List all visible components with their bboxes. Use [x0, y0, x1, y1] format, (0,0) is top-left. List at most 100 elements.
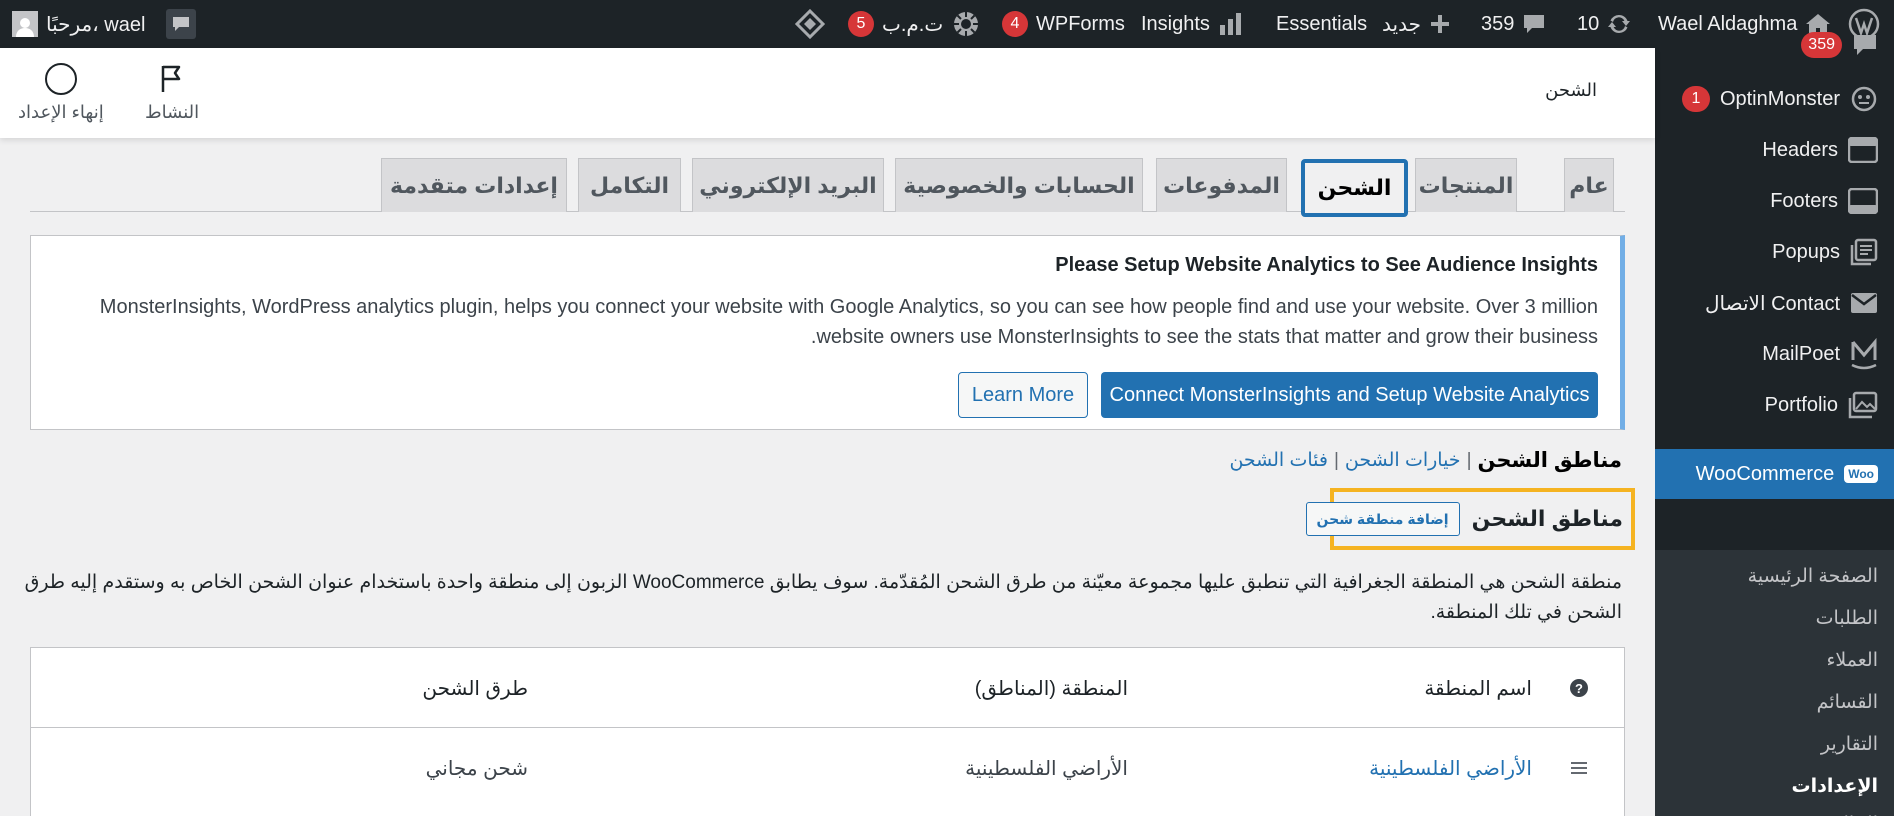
- greeting-text: مرحبًا، wael: [46, 13, 146, 36]
- subsection-separator: |: [1333, 449, 1339, 471]
- sidebar-item-headers[interactable]: Headers: [1655, 126, 1894, 174]
- hamburger-icon: [1571, 762, 1587, 774]
- comment-icon: [1854, 35, 1876, 55]
- notifications-count-badge: 5: [848, 11, 874, 37]
- add-shipping-zone-button[interactable]: إضافة منطقة شحن: [1305, 502, 1460, 536]
- wpforms-count-badge: 4: [1002, 11, 1028, 37]
- bar-chart-icon: [1219, 13, 1241, 35]
- admin-bar: مرحبًا، wael 5 ت.م.ب 4 WPForms Insights …: [0, 0, 1894, 48]
- activity-label: النشاط: [145, 102, 200, 122]
- notice-text: MonsterInsights, WordPress analytics plu…: [99, 296, 1598, 348]
- shipping-zones-description: منطقة الشحن هي المنطقة الجغرافية التي تن…: [24, 572, 1622, 623]
- submenu-item-reports[interactable]: التقارير: [1655, 724, 1894, 764]
- mailpoet-icon: [1851, 338, 1877, 370]
- comment-icon: [1524, 15, 1545, 33]
- sidebar-item-label: Portfolio: [1764, 393, 1838, 416]
- subsection-options-link[interactable]: خيارات الشحن: [1345, 449, 1461, 472]
- tab-email[interactable]: البريد الإلكتروني: [692, 158, 884, 212]
- woocommerce-header: إنهاء الإعداد النشاط الشحن: [0, 48, 1655, 138]
- envelope-icon: [1851, 293, 1877, 313]
- submenu-item-status[interactable]: الحالة: [1655, 804, 1894, 816]
- finish-setup-label: إنهاء الإعداد: [18, 102, 104, 122]
- sidebar-item-popups[interactable]: Popups: [1655, 228, 1894, 276]
- sidebar-item-comments[interactable]: 359: [1655, 30, 1894, 60]
- header-layout-icon: [1848, 137, 1878, 163]
- tab-advanced[interactable]: إعدادات متقدمة: [381, 158, 567, 212]
- table-row: الأراضي الفلسطينية الأراضي الفلسطينية شح…: [31, 728, 1624, 808]
- tab-accounts-privacy[interactable]: الحسابات والخصوصية: [895, 158, 1143, 212]
- column-header-methods: طرق الشحن: [422, 677, 528, 700]
- column-header-regions: المنطقة (المناطق): [974, 677, 1128, 700]
- notice-title: Please Setup Website Analytics to See Au…: [1055, 254, 1598, 276]
- submenu-item-home[interactable]: الصفحة الرئيسية: [1655, 556, 1894, 596]
- zone-name-link[interactable]: الأراضي الفلسطينية: [1369, 756, 1532, 781]
- tab-payments[interactable]: المدفوعات: [1156, 158, 1287, 212]
- sidebar-item-optinmonster[interactable]: 1 OptinMonster: [1655, 75, 1894, 123]
- shipping-zones-table: ? اسم المنطقة المنطقة (المناطق) طرق الشح…: [30, 647, 1625, 816]
- updates-count: 10: [1577, 12, 1600, 35]
- comment-bubble-icon: [166, 9, 196, 39]
- plus-icon: [1430, 15, 1449, 33]
- flag-icon: [161, 65, 181, 92]
- submenu-item-coupons[interactable]: القسائم: [1655, 682, 1894, 722]
- drag-handle[interactable]: [1570, 728, 1588, 808]
- sidebar-item-label: MailPoet: [1762, 342, 1840, 365]
- performance-menu[interactable]: 5 ت.م.ب: [848, 0, 981, 48]
- essentials-label: Essentials: [1276, 12, 1368, 35]
- avatar: [12, 11, 38, 37]
- diamond-icon: [795, 9, 825, 39]
- portfolio-icon: [1848, 391, 1878, 419]
- analytics-notice: Please Setup Website Analytics to See Au…: [30, 235, 1625, 430]
- sidebar-item-label: Popups: [1772, 240, 1840, 263]
- sidebar-item-label: Footers: [1770, 189, 1838, 212]
- table-header-row: ? اسم المنطقة المنطقة (المناطق) طرق الشح…: [31, 648, 1624, 728]
- new-label: جديد: [1382, 13, 1421, 36]
- submenu-item-customers[interactable]: العملاء: [1655, 640, 1894, 680]
- diamond-plugin-button[interactable]: [795, 0, 825, 48]
- optinmonster-badge: 1: [1681, 86, 1710, 112]
- submenu-item-orders[interactable]: الطلبات: [1655, 598, 1894, 638]
- comments-count: 359: [1481, 12, 1515, 35]
- comment-bubble-button[interactable]: [166, 0, 196, 48]
- page-title: الشحن: [1545, 80, 1597, 100]
- account-menu[interactable]: مرحبًا، wael: [12, 0, 145, 48]
- zone-name-cell[interactable]: الأراضي الفلسطينية: [1369, 728, 1532, 808]
- subsection-zones[interactable]: مناطق الشحن: [1478, 448, 1623, 473]
- help-button[interactable]: ?: [1570, 648, 1588, 728]
- updates-menu[interactable]: 10: [1577, 0, 1631, 48]
- sidebar-item-portfolio[interactable]: Portfolio: [1655, 381, 1894, 429]
- performance-label: ت.م.ب: [882, 13, 944, 36]
- learn-more-button[interactable]: Learn More: [958, 372, 1088, 418]
- admin-sidebar: 359 1 OptinMonster Headers Footers Popup…: [1644, 32, 1894, 816]
- insights-label: Insights: [1141, 12, 1210, 35]
- sidebar-item-contact[interactable]: الاتصال Contact: [1655, 279, 1894, 327]
- submenu-item-settings[interactable]: الإعدادات: [1655, 766, 1894, 806]
- tab-shipping[interactable]: الشحن: [1301, 159, 1408, 217]
- tab-integration[interactable]: التكامل: [578, 158, 681, 212]
- footer-layout-icon: [1848, 188, 1878, 214]
- wpforms-menu[interactable]: 4 WPForms: [1002, 0, 1125, 48]
- sidebar-comments-badge: 359: [1801, 32, 1842, 58]
- finish-setup-button[interactable]: إنهاء الإعداد: [18, 62, 104, 123]
- sidebar-item-label: OptinMonster: [1719, 87, 1840, 110]
- woocommerce-submenu: الصفحة الرئيسية الطلبات العملاء القسائم …: [1655, 550, 1894, 816]
- sidebar-item-woocommerce[interactable]: WooCommerce Woo: [1644, 449, 1894, 499]
- sidebar-item-label: Headers: [1762, 138, 1838, 161]
- essentials-menu[interactable]: Essentials: [1276, 0, 1367, 48]
- popup-icon: [1850, 238, 1878, 266]
- comments-menu[interactable]: 359: [1481, 0, 1546, 48]
- sidebar-item-footers[interactable]: Footers: [1655, 177, 1894, 225]
- subsection-classes-link[interactable]: فئات الشحن: [1229, 449, 1328, 472]
- shipping-subsections: مناطق الشحن | خيارات الشحن | فئات الشحن: [1229, 448, 1622, 473]
- sidebar-item-mailpoet[interactable]: MailPoet: [1655, 330, 1894, 378]
- tab-products[interactable]: المنتجات: [1415, 158, 1517, 212]
- tab-general[interactable]: عام: [1564, 158, 1614, 212]
- shipping-zones-title: مناطق الشحن: [1471, 506, 1623, 531]
- wpforms-label: WPForms: [1036, 12, 1125, 35]
- new-content-menu[interactable]: جديد: [1382, 0, 1451, 48]
- woocommerce-icon: Woo: [1844, 465, 1878, 483]
- insights-menu[interactable]: Insights: [1141, 0, 1244, 48]
- activity-button[interactable]: النشاط: [145, 62, 199, 123]
- refresh-icon: [1608, 14, 1631, 34]
- connect-monsterinsights-button[interactable]: Connect MonsterInsights and Setup Websit…: [1101, 372, 1598, 418]
